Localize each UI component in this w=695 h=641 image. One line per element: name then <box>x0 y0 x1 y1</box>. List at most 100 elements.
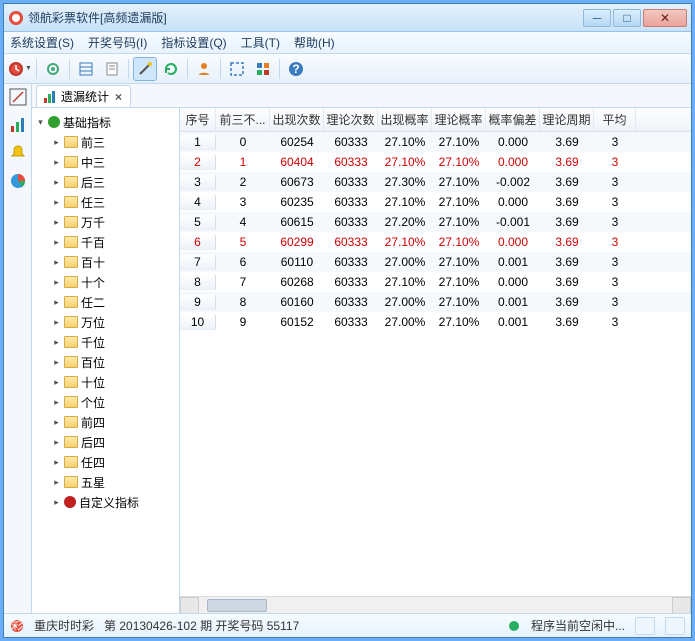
tree-item[interactable]: ▸千位 <box>34 332 177 352</box>
column-header[interactable]: 出现次数 <box>270 108 324 131</box>
tree-label: 前四 <box>81 414 105 431</box>
row-number: 9 <box>180 295 216 310</box>
horizontal-scrollbar[interactable] <box>180 596 691 613</box>
expand-icon[interactable]: ▸ <box>52 418 61 427</box>
toolbar-doc-button[interactable] <box>100 57 124 81</box>
menu-help[interactable]: 帮助(H) <box>294 34 335 51</box>
tree-root-custom[interactable]: ▸自定义指标 <box>34 492 177 512</box>
tree-item[interactable]: ▸十个 <box>34 272 177 292</box>
expand-icon[interactable]: ▸ <box>52 218 61 227</box>
tree-item[interactable]: ▸任三 <box>34 192 177 212</box>
column-header[interactable]: 平均 <box>594 108 636 131</box>
expand-icon[interactable]: ▸ <box>52 398 61 407</box>
collapse-icon[interactable]: ▾ <box>36 118 45 127</box>
toolbar-clock-button[interactable]: ▼ <box>8 57 32 81</box>
toolbar-table-button[interactable] <box>74 57 98 81</box>
tree-item[interactable]: ▸前三 <box>34 132 177 152</box>
expand-icon[interactable]: ▸ <box>52 258 61 267</box>
column-header[interactable]: 序号 <box>180 108 216 131</box>
expand-icon[interactable]: ▸ <box>52 318 61 327</box>
menu-indicator[interactable]: 指标设置(Q) <box>161 34 226 51</box>
tree-item[interactable]: ▸后四 <box>34 432 177 452</box>
status-button-2[interactable] <box>665 617 685 635</box>
expand-icon[interactable]: ▸ <box>52 298 61 307</box>
dropdown-arrow-icon: ▼ <box>25 65 32 72</box>
tree-item[interactable]: ▸千百 <box>34 232 177 252</box>
tree-item[interactable]: ▸后三 <box>34 172 177 192</box>
table-row[interactable]: 54606156033327.20%27.10%-0.0013.693 <box>180 212 691 232</box>
tab-missing-stats[interactable]: 遗漏统计 × <box>36 85 131 107</box>
menu-draw-numbers[interactable]: 开奖号码(I) <box>88 34 147 51</box>
sidebar-bell-icon[interactable] <box>9 144 27 162</box>
status-button-1[interactable] <box>635 617 655 635</box>
table-row[interactable]: 21604046033327.10%27.10%0.0003.693 <box>180 152 691 172</box>
cell: 6 <box>216 255 270 269</box>
cell: 0.000 <box>486 275 540 289</box>
column-header[interactable]: 出现概率 <box>378 108 432 131</box>
table-row[interactable]: 87602686033327.10%27.10%0.0003.693 <box>180 272 691 292</box>
cell: 27.10% <box>432 155 486 169</box>
expand-icon[interactable]: ▸ <box>52 278 61 287</box>
tree-item[interactable]: ▸万位 <box>34 312 177 332</box>
expand-icon[interactable]: ▸ <box>52 438 61 447</box>
expand-icon[interactable]: ▸ <box>52 198 61 207</box>
column-header[interactable]: 前三不... <box>216 108 270 131</box>
expand-icon[interactable]: ▸ <box>52 238 61 247</box>
expand-icon[interactable]: ▸ <box>52 358 61 367</box>
tree-item[interactable]: ▸ 前四 <box>34 412 177 432</box>
tree-root-basic[interactable]: ▾基础指标 <box>34 112 177 132</box>
tree-item[interactable]: ▸任二 <box>34 292 177 312</box>
column-header[interactable]: 概率偏差 <box>486 108 540 131</box>
sidebar-analysis-icon[interactable] <box>9 88 27 106</box>
sidebar-piechart-icon[interactable] <box>9 172 27 190</box>
column-header[interactable]: 理论周期 <box>540 108 594 131</box>
tree-item[interactable]: ▸中三 <box>34 152 177 172</box>
column-header[interactable]: 理论概率 <box>432 108 486 131</box>
toolbar-help-button[interactable]: ? <box>284 57 308 81</box>
expand-icon[interactable]: ▸ <box>52 458 61 467</box>
toolbar-grid-button[interactable] <box>251 57 275 81</box>
maximize-button[interactable]: □ <box>613 9 641 27</box>
toolbar-fullscreen-button[interactable] <box>225 57 249 81</box>
expand-icon[interactable]: ▸ <box>52 138 61 147</box>
expand-icon[interactable]: ▸ <box>52 338 61 347</box>
indicator-dot-icon <box>64 496 76 508</box>
expand-icon[interactable]: ▸ <box>52 478 61 487</box>
table-row[interactable]: 98601606033327.00%27.10%0.0013.693 <box>180 292 691 312</box>
tab-close-button[interactable]: × <box>113 90 124 104</box>
toolbar-refresh-button[interactable] <box>159 57 183 81</box>
close-button[interactable]: ✕ <box>643 9 687 27</box>
expand-icon[interactable]: ▸ <box>52 498 61 507</box>
expand-icon[interactable]: ▸ <box>52 178 61 187</box>
table-row[interactable]: 32606736033327.30%27.10%-0.0023.693 <box>180 172 691 192</box>
cell: 27.10% <box>432 315 486 329</box>
table-row[interactable]: 10602546033327.10%27.10%0.0003.693 <box>180 132 691 152</box>
table-row[interactable]: 43602356033327.10%27.10%0.0003.693 <box>180 192 691 212</box>
expand-icon[interactable]: ▸ <box>52 378 61 387</box>
toolbar-person-button[interactable] <box>192 57 216 81</box>
folder-icon <box>64 276 78 288</box>
titlebar: 领航彩票软件[高频遗漏版] ─ □ ✕ <box>4 4 691 32</box>
scrollbar-thumb[interactable] <box>207 599 267 612</box>
menu-tools[interactable]: 工具(T) <box>241 34 280 51</box>
column-header[interactable]: 理论次数 <box>324 108 378 131</box>
statusbar: 彩 重庆时时彩 第 20130426-102 期 开奖号码 55117 程序当前… <box>4 613 691 637</box>
toolbar-settings-button[interactable] <box>41 57 65 81</box>
expand-icon[interactable]: ▸ <box>52 158 61 167</box>
tree-item[interactable]: ▸百十 <box>34 252 177 272</box>
folder-icon <box>64 356 78 368</box>
toolbar-wand-button[interactable] <box>133 57 157 81</box>
sidebar-chart-icon[interactable] <box>9 116 27 134</box>
table-row[interactable]: 109601526033327.00%27.10%0.0013.693 <box>180 312 691 332</box>
tree-item[interactable]: ▸个位 <box>34 392 177 412</box>
tree-item[interactable]: ▸十位 <box>34 372 177 392</box>
tree-item[interactable]: ▸百位 <box>34 352 177 372</box>
tree-item[interactable]: ▸任四 <box>34 452 177 472</box>
tree-item[interactable]: ▸五星 <box>34 472 177 492</box>
tree-item[interactable]: ▸万千 <box>34 212 177 232</box>
table-row[interactable]: 76601106033327.00%27.10%0.0013.693 <box>180 252 691 272</box>
folder-icon <box>64 196 78 208</box>
minimize-button[interactable]: ─ <box>583 9 611 27</box>
menu-system[interactable]: 系统设置(S) <box>10 34 74 51</box>
table-row[interactable]: 65602996033327.10%27.10%0.0003.693 <box>180 232 691 252</box>
